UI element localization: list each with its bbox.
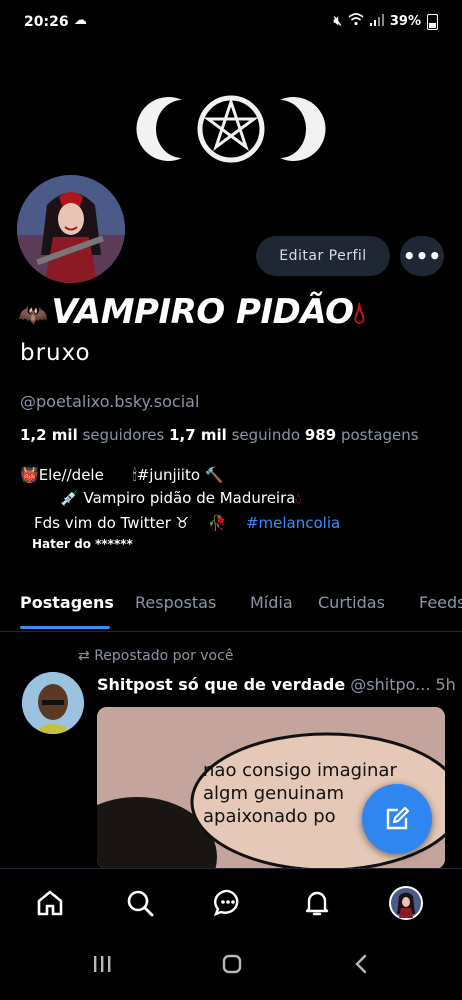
wifi-icon <box>348 13 364 30</box>
bat-icon: 🦇 <box>18 301 48 329</box>
nav-notifications[interactable] <box>297 883 337 923</box>
following-count[interactable]: 1,7 mil <box>169 426 227 444</box>
bio-location: Vampiro pidão de Madureira <box>83 489 296 507</box>
compose-button[interactable] <box>362 784 432 854</box>
followers-count[interactable]: 1,2 mil <box>20 426 78 444</box>
cloud-icon: ☁ <box>74 13 87 28</box>
battery-icon <box>427 13 438 30</box>
repost-indicator: ⇄ Repostado por você <box>78 648 233 664</box>
demon-emoji-icon: 👹 <box>20 466 39 484</box>
tab-curtidas[interactable]: Curtidas <box>318 593 385 612</box>
bio-line-1: 👹Ele//dele 🕯#junjiito 🔨 <box>20 466 223 484</box>
more-options-button[interactable]: ••• <box>400 236 444 276</box>
bio-tag: #junjiito <box>136 466 201 484</box>
display-name-text: VAMPIRO PIDÃO <box>51 292 354 332</box>
mute-icon: 🔇︎ <box>333 14 342 29</box>
blood-drop-icon: 💧︎ <box>295 489 302 507</box>
status-time: 20:26 <box>24 14 69 30</box>
profile-stats: 1,2 mil seguidores 1,7 mil seguindo 989 … <box>20 426 419 444</box>
post-author-avatar[interactable] <box>22 672 84 734</box>
profile-avatar[interactable] <box>14 172 128 286</box>
bio-line-2: 💉 Vampiro pidão de Madureira💧︎ <box>60 489 301 507</box>
post-author-name[interactable]: Shitpost só que de verdade <box>97 675 345 694</box>
syringe-icon: 💉 <box>60 489 79 507</box>
home-icon <box>37 890 63 916</box>
following-label[interactable]: seguindo <box>232 426 300 444</box>
bio-twitter: Fds vim do Twitter ♉ <box>34 514 190 532</box>
hashtag-link[interactable]: #melancolia <box>246 514 340 532</box>
profile-tabs: Postagens Respostas Mídia Curtidas Feeds <box>0 585 462 632</box>
tab-midia[interactable]: Mídia <box>250 593 293 612</box>
nav-search[interactable] <box>120 883 160 923</box>
display-name: 🦇 VAMPIRO PIDÃO💧︎ <box>18 292 365 332</box>
edit-profile-button[interactable]: Editar Perfil <box>256 236 390 276</box>
posts-count: 989 <box>304 426 337 444</box>
system-navigation-bar <box>0 938 462 1000</box>
blood-drop-icon: 💧︎ <box>353 296 366 331</box>
repost-icon: ⇄ <box>78 648 90 664</box>
status-icons: 🔇︎ 39% <box>334 13 438 30</box>
back-icon[interactable] <box>354 954 368 980</box>
bio-line-3: Fds vim do Twitter ♉ 🥀 #melancolia <box>34 514 340 532</box>
active-tab-indicator <box>20 626 110 629</box>
battery-percent: 39% <box>389 14 421 29</box>
bio-pronouns: Ele//dele <box>38 466 104 484</box>
status-bar: 20:26 ☁ 🔇︎ 39% <box>0 0 462 48</box>
post-header: Shitpost só que de verdade @shitpo... 5h <box>97 675 456 694</box>
profile-subname: bruxo <box>20 340 91 366</box>
tab-postagens[interactable]: Postagens <box>20 593 114 612</box>
bell-icon <box>305 891 329 916</box>
post-time: 5h <box>435 675 456 694</box>
home-system-icon[interactable] <box>222 954 242 980</box>
nav-chat[interactable] <box>208 883 248 923</box>
repost-label: Repostado por você <box>94 648 234 664</box>
rose-icon: 🥀 <box>208 514 227 532</box>
signal-icon <box>369 13 384 30</box>
nav-profile[interactable] <box>386 883 426 923</box>
chat-icon <box>213 889 239 917</box>
profile-handle: @poetalixo.bsky.social <box>20 392 200 411</box>
posts-label: postagens <box>340 426 419 444</box>
tab-feeds[interactable]: Feeds <box>419 593 462 612</box>
nav-home[interactable] <box>30 883 70 923</box>
bottom-navigation <box>0 868 462 939</box>
pencil-icon <box>386 806 410 830</box>
tab-respostas[interactable]: Respostas <box>135 593 216 612</box>
post-author-handle[interactable]: @shitpo... <box>350 675 430 694</box>
profile-avatar-icon <box>389 886 423 920</box>
search-icon <box>127 890 154 917</box>
followers-label[interactable]: seguidores <box>83 426 165 444</box>
image-text-line: nao consigo imaginar <box>203 760 397 781</box>
recent-apps-icon[interactable] <box>92 954 112 979</box>
hammer-icon: 🔨 <box>204 466 224 484</box>
bio-line-4: Hater do ****** <box>32 537 133 551</box>
